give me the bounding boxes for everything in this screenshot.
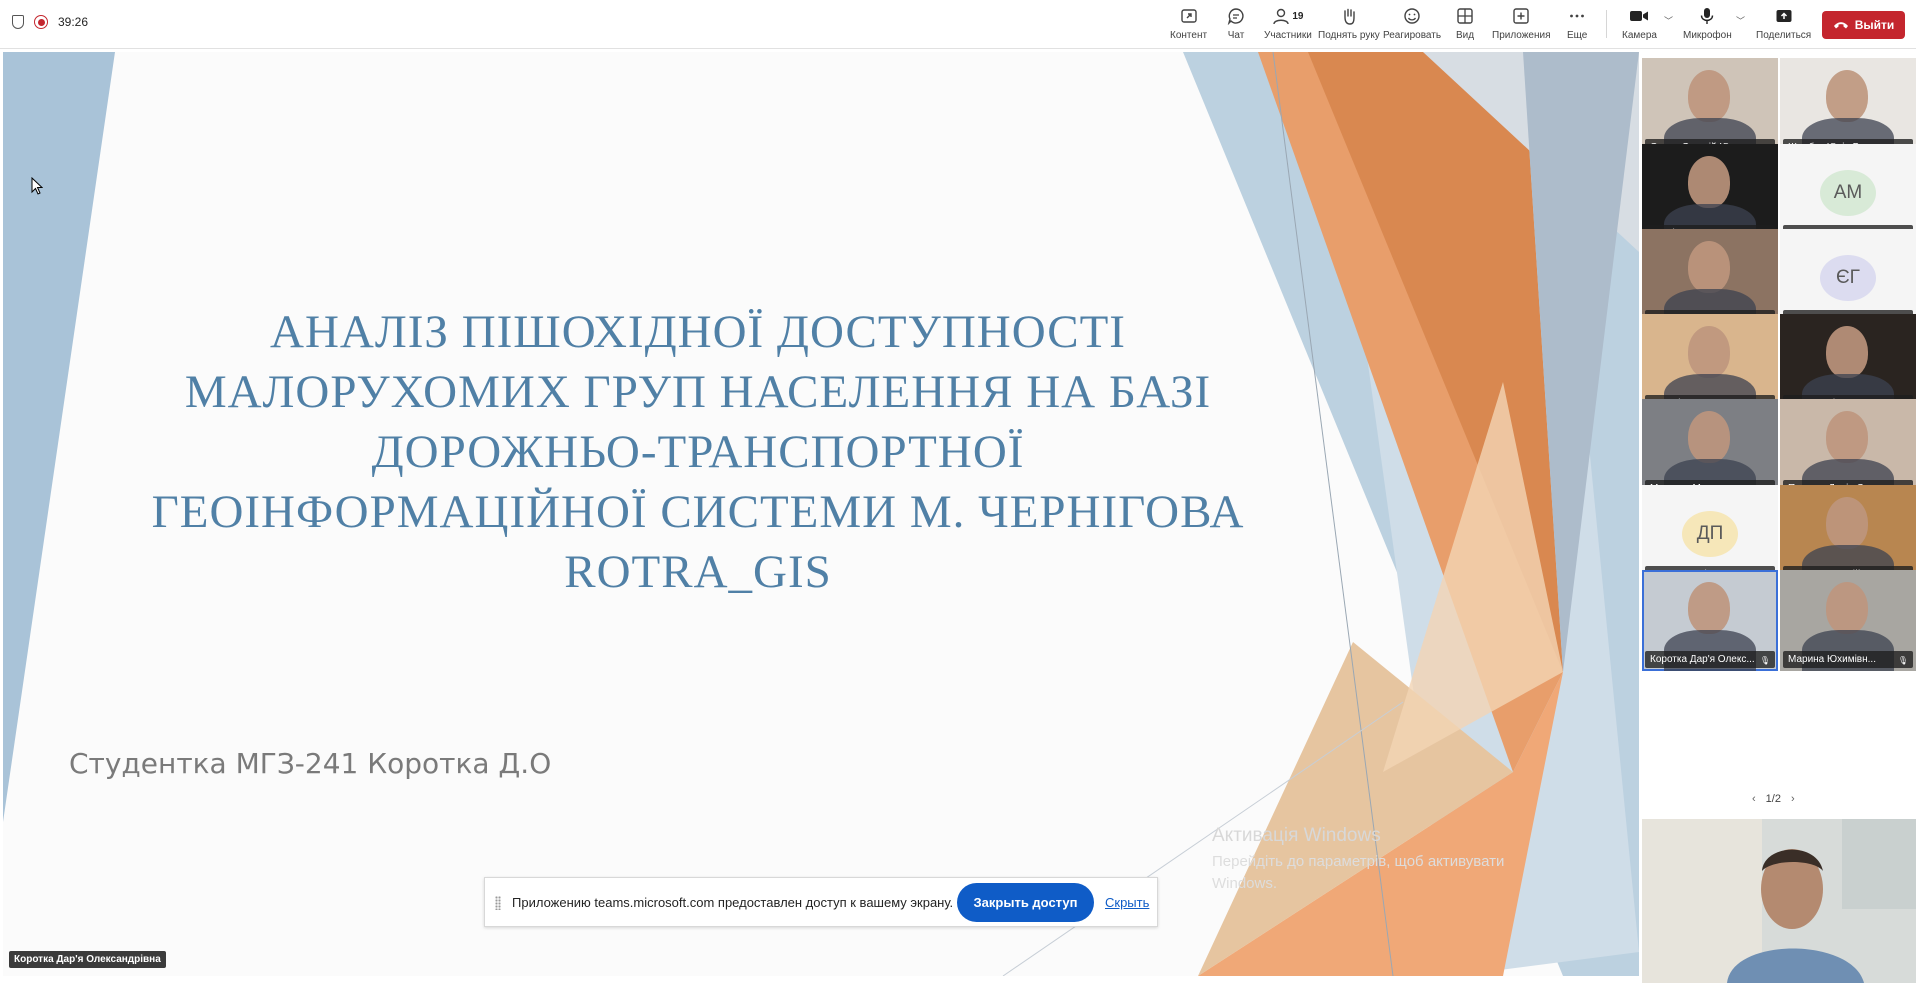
apps-button[interactable]: Приложения — [1492, 6, 1551, 41]
share-screen-icon — [1775, 6, 1793, 26]
participant-name: Коротка Дар'я Олекс... — [1645, 651, 1775, 668]
participant-video — [1826, 411, 1868, 463]
chat-button[interactable]: Чат — [1227, 6, 1245, 41]
shield-icon — [12, 15, 24, 29]
participant-tile[interactable]: Марина Юхимівн... 🎙 — [1780, 570, 1916, 671]
gallery-pager: ‹ 1/2 › — [1752, 793, 1795, 805]
leave-button[interactable]: Выйти — [1822, 11, 1905, 39]
microphone-options-chevron-icon[interactable]: ﹀ — [1736, 14, 1745, 27]
toolbar-divider — [1606, 10, 1607, 38]
drag-handle-icon[interactable] — [495, 896, 501, 910]
more-icon — [1568, 6, 1586, 26]
slide-title: АНАЛІЗ ПІШОХІДНОЇ ДОСТУПНОСТІ МАЛОРУХОМИ… — [151, 306, 1245, 598]
chat-icon — [1227, 6, 1245, 26]
avatar: ЄГ — [1820, 255, 1876, 301]
react-button[interactable]: Реагировать — [1383, 6, 1441, 41]
slide-subtitle: Студентка МГЗ-241 Коротка Д.О — [69, 747, 552, 780]
page-indicator: 1/2 — [1765, 793, 1781, 805]
prev-page-chevron-icon[interactable]: ‹ — [1752, 793, 1756, 805]
recording-icon — [34, 15, 48, 29]
share-content-icon — [1180, 6, 1198, 26]
camera-options-chevron-icon[interactable]: ﹀ — [1664, 14, 1673, 27]
windows-activation-line: Windows. — [1212, 875, 1278, 892]
shared-screen: АНАЛІЗ ПІШОХІДНОЇ ДОСТУПНОСТІ МАЛОРУХОМИ… — [3, 52, 1639, 976]
next-page-chevron-icon[interactable]: › — [1791, 793, 1795, 805]
plus-square-icon — [1512, 6, 1530, 26]
hide-notice-link[interactable]: Скрыть — [1105, 895, 1149, 910]
participant-video — [1826, 326, 1868, 378]
screen-share-notice: Приложению teams.microsoft.com предостав… — [484, 877, 1158, 927]
participant-video — [1688, 582, 1730, 634]
stop-sharing-button[interactable]: Закрыть доступ — [957, 883, 1094, 922]
meeting-timer: 39:26 — [58, 15, 89, 29]
self-video-tile — [1642, 819, 1916, 983]
participant-video — [1688, 70, 1730, 122]
mic-muted-icon: 🎙 — [1759, 656, 1770, 665]
meeting-toolbar: 39:26 Контент Чат 19 Участники Поднять р… — [0, 0, 1916, 49]
smile-icon — [1403, 6, 1421, 26]
participant-video — [1688, 241, 1730, 293]
more-button[interactable]: Еще — [1567, 6, 1587, 41]
grid-icon — [1456, 6, 1474, 26]
raise-hand-button[interactable]: Поднять руку — [1318, 6, 1380, 41]
phone-hangup-icon — [1833, 22, 1848, 29]
participant-video — [1826, 497, 1868, 549]
content-button[interactable]: Контент — [1170, 6, 1207, 41]
hand-icon — [1340, 6, 1358, 26]
meeting-status: 39:26 — [12, 15, 88, 29]
self-video-frame — [1642, 819, 1916, 983]
people-icon — [1273, 8, 1290, 25]
share-notice-text: Приложению teams.microsoft.com предостав… — [512, 895, 954, 910]
camera-icon — [1629, 6, 1649, 26]
mic-muted-icon: 🎙 — [1897, 656, 1908, 665]
participants-count: 19 — [1292, 10, 1304, 22]
presenter-name-label: Коротка Дар'я Олександрівна — [9, 951, 166, 968]
view-button[interactable]: Вид — [1456, 6, 1474, 41]
participant-name: Марина Юхимівн... — [1783, 651, 1913, 668]
windows-activation-line: Перейдіть до параметрів, щоб активувати — [1212, 853, 1505, 870]
participant-video — [1688, 326, 1730, 378]
participant-video — [1688, 411, 1730, 463]
avatar: АМ — [1820, 170, 1876, 216]
share-button[interactable]: Поделиться — [1756, 6, 1811, 41]
microphone-icon — [1698, 6, 1716, 26]
microphone-button[interactable]: Микрофон — [1683, 6, 1732, 41]
participant-video — [1826, 70, 1868, 122]
participant-video — [1688, 156, 1730, 208]
mouse-cursor-icon — [31, 177, 43, 195]
windows-activation-title: Активація Windows — [1212, 825, 1381, 846]
participant-tile[interactable]: Коротка Дар'я Олекс... 🎙 — [1642, 570, 1778, 671]
camera-button[interactable]: Камера — [1622, 6, 1657, 41]
avatar: ДП — [1682, 511, 1738, 557]
participant-video — [1826, 582, 1868, 634]
participants-button[interactable]: 19 Участники — [1264, 6, 1312, 41]
